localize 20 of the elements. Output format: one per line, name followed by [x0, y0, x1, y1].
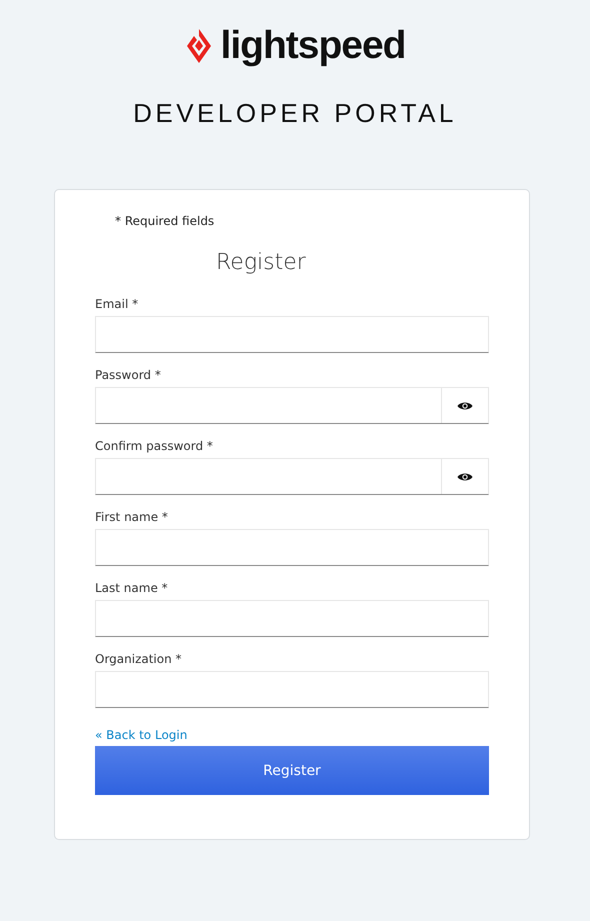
- field-label: Organization *: [95, 652, 183, 666]
- form-title: Register: [216, 250, 307, 275]
- input-field[interactable]: [95, 387, 489, 424]
- input-field[interactable]: [95, 316, 489, 353]
- field-label: Password *: [95, 368, 162, 382]
- input-field[interactable]: [95, 458, 489, 495]
- register-button[interactable]: Register: [95, 746, 489, 795]
- input-field[interactable]: [95, 600, 489, 637]
- back-to-login-link[interactable]: « Back to Login: [95, 728, 188, 742]
- field-label: Email *: [95, 297, 140, 311]
- portal-title: DEVELOPER PORTAL: [133, 98, 457, 129]
- field-label: Last name *: [95, 581, 169, 595]
- field-label: Confirm password *: [95, 439, 214, 453]
- brand-name: lightspeed: [220, 24, 406, 68]
- field-label: First name *: [95, 510, 169, 524]
- input-field[interactable]: [95, 671, 489, 708]
- eye-icon: [457, 400, 473, 410]
- input-field[interactable]: [95, 529, 489, 566]
- required-note: * Required fields: [114, 214, 216, 228]
- eye-icon: [457, 472, 473, 482]
